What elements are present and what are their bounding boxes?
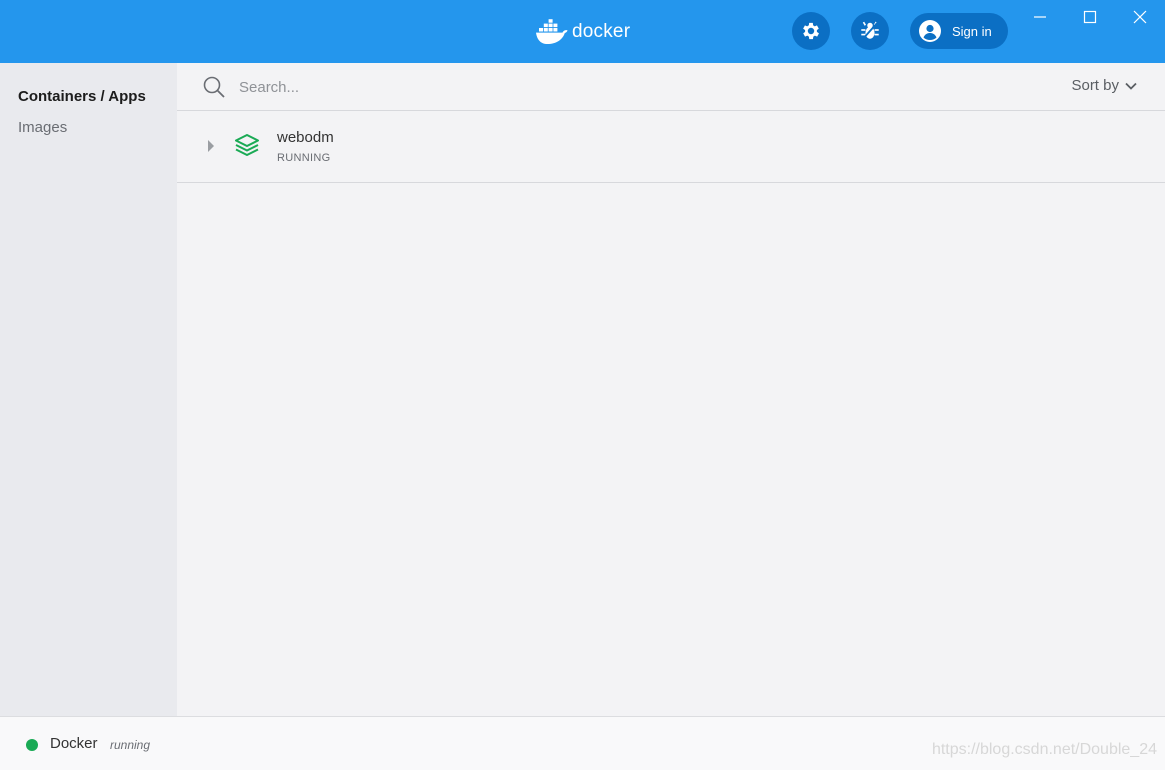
sort-by-label: Sort by xyxy=(1071,77,1119,94)
container-name: webodm xyxy=(277,129,334,146)
engine-name: Docker xyxy=(50,735,98,752)
troubleshoot-button[interactable] xyxy=(851,12,889,50)
settings-button[interactable] xyxy=(792,12,830,50)
sign-in-label: Sign in xyxy=(952,23,992,39)
status-bar: Docker running https://blog.csdn.net/Dou… xyxy=(0,716,1165,770)
search-icon xyxy=(203,76,225,98)
title-bar: docker Sign in xyxy=(0,0,1165,63)
docker-whale-icon xyxy=(536,19,568,44)
minimize-button[interactable] xyxy=(1017,2,1063,32)
watermark-text: https://blog.csdn.net/Double_24 xyxy=(931,741,1157,758)
main-panel: Sort by webodm RUNNING xyxy=(177,63,1165,716)
sidebar-item-images[interactable]: Images xyxy=(18,119,67,136)
container-row[interactable]: webodm RUNNING xyxy=(177,111,1165,183)
gear-icon xyxy=(803,22,819,40)
bug-icon xyxy=(861,21,879,40)
maximize-icon xyxy=(1083,10,1097,24)
status-indicator-dot xyxy=(26,739,38,751)
container-status: RUNNING xyxy=(277,152,331,164)
chevron-down-icon xyxy=(1125,82,1137,90)
minimize-icon xyxy=(1034,16,1046,18)
search-input[interactable] xyxy=(239,75,939,99)
docker-logo: docker xyxy=(535,17,630,47)
maximize-button[interactable] xyxy=(1067,2,1113,32)
expand-caret-icon[interactable] xyxy=(207,140,215,152)
user-icon xyxy=(919,20,941,42)
sign-in-button[interactable]: Sign in xyxy=(910,13,1008,49)
search-bar: Sort by xyxy=(177,63,1165,111)
sidebar: Containers / Apps Images xyxy=(0,63,177,716)
app-stack-icon xyxy=(235,134,259,156)
docker-logo-text: docker xyxy=(572,21,631,42)
close-button[interactable] xyxy=(1117,2,1163,32)
sidebar-item-containers-apps[interactable]: Containers / Apps xyxy=(18,88,146,105)
close-icon xyxy=(1133,10,1147,24)
sort-by-dropdown[interactable]: Sort by xyxy=(1071,77,1137,94)
engine-state: running xyxy=(110,738,151,752)
